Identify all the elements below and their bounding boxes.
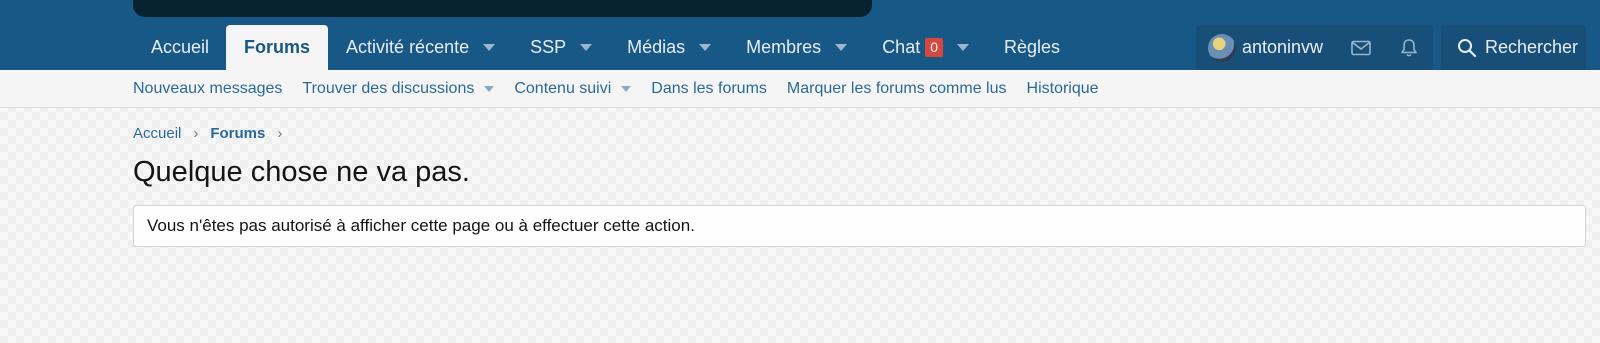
- main-nav: Accueil Forums Activité récente SSP Médi…: [133, 25, 1077, 70]
- username: antoninvw: [1242, 37, 1324, 57]
- page-title: Quelque chose ne va pas.: [133, 156, 470, 188]
- subnav-contenu-suivi[interactable]: Contenu suivi: [514, 79, 632, 98]
- chevron-down-icon[interactable]: [484, 85, 495, 92]
- user-menu-group: antoninvw: [1196, 25, 1434, 70]
- nav-tab-label: Médias: [627, 37, 686, 57]
- subnav-historique[interactable]: Historique: [1027, 80, 1099, 98]
- nav-tab-ssp[interactable]: SSP: [512, 25, 609, 70]
- nav-tab-accueil[interactable]: Accueil: [133, 25, 226, 70]
- envelope-icon: [1351, 40, 1371, 55]
- chevron-down-icon[interactable]: [835, 44, 848, 51]
- nav-tab-label: Forums: [244, 37, 311, 57]
- chevron-down-icon[interactable]: [580, 44, 593, 51]
- nav-tab-label: Membres: [746, 37, 822, 57]
- bell-icon: [1401, 38, 1417, 57]
- chat-count-badge: 0: [925, 38, 944, 57]
- avatar: [1208, 33, 1236, 62]
- sub-nav: Nouveaux messages Trouver des discussion…: [0, 70, 1600, 108]
- subnav-label: Marquer les forums comme lus: [786, 79, 1007, 97]
- error-message-block: Vous n'êtes pas autorisé à afficher cett…: [133, 205, 1586, 247]
- nav-tab-label: Chat: [882, 37, 921, 57]
- nav-tab-membres[interactable]: Membres: [728, 25, 864, 70]
- nav-tab-label: Règles: [1004, 37, 1061, 57]
- breadcrumb-forums[interactable]: Forums: [210, 125, 265, 142]
- nav-tab-activite-recente[interactable]: Activité récente: [328, 25, 512, 70]
- nav-tab-chat[interactable]: Chat 0: [864, 25, 986, 70]
- inbox-button[interactable]: [1337, 25, 1385, 70]
- subnav-label: Dans les forums: [651, 79, 767, 97]
- search-label: Rechercher: [1485, 37, 1579, 57]
- error-message-text: Vous n'êtes pas autorisé à afficher cett…: [147, 216, 695, 235]
- account-button[interactable]: antoninvw: [1196, 25, 1337, 70]
- subnav-label: Nouveaux messages: [133, 79, 283, 97]
- chevron-right-icon: ›: [193, 125, 199, 142]
- subnav-label: Contenu suivi: [514, 79, 612, 97]
- site-header: Accueil Forums Activité récente SSP Médi…: [0, 0, 1600, 70]
- subnav-label: Trouver des discussions: [302, 79, 475, 97]
- alerts-button[interactable]: [1385, 25, 1433, 70]
- logo-banner[interactable]: [133, 0, 872, 17]
- breadcrumb-accueil[interactable]: Accueil: [133, 125, 181, 142]
- chevron-down-icon[interactable]: [699, 44, 712, 51]
- chevron-down-icon[interactable]: [483, 44, 496, 51]
- nav-tab-medias[interactable]: Médias: [609, 25, 728, 70]
- nav-tab-forums[interactable]: Forums: [226, 25, 329, 70]
- search-button[interactable]: Rechercher: [1441, 25, 1586, 70]
- nav-tab-regles[interactable]: Règles: [986, 25, 1077, 70]
- subnav-marquer-lus[interactable]: Marquer les forums comme lus: [787, 80, 1007, 98]
- subnav-nouveaux-messages[interactable]: Nouveaux messages: [133, 80, 282, 98]
- subnav-label: Historique: [1026, 79, 1099, 97]
- chevron-down-icon[interactable]: [957, 44, 970, 51]
- subnav-dans-les-forums[interactable]: Dans les forums: [651, 80, 767, 98]
- nav-tab-label: Accueil: [151, 37, 210, 57]
- nav-tab-label: Activité récente: [346, 37, 470, 57]
- subnav-trouver-discussions[interactable]: Trouver des discussions: [302, 79, 495, 98]
- nav-tab-label: SSP: [530, 37, 567, 57]
- chevron-right-icon: ›: [277, 125, 283, 142]
- breadcrumb: Accueil › Forums ›: [133, 125, 294, 142]
- search-icon: [1458, 38, 1477, 57]
- chevron-down-icon[interactable]: [621, 85, 632, 92]
